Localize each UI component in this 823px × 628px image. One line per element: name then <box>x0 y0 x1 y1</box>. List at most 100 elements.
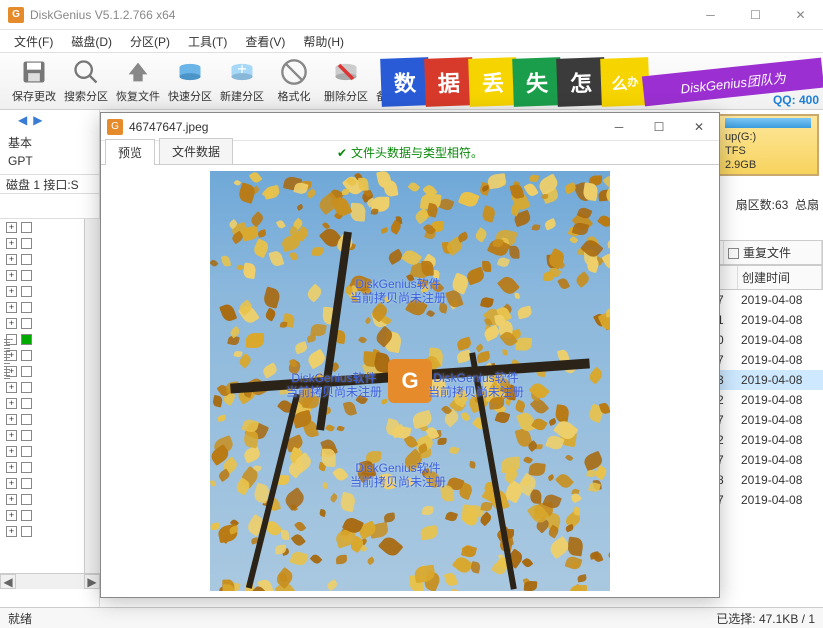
sector-info: 扇区数:63 总扇 <box>736 196 819 213</box>
tree-toggle-icon[interactable]: + <box>6 238 17 249</box>
tree-checkbox[interactable] <box>21 334 32 345</box>
left-panel: ◀ ▶ 基本 GPT 磁盘 1 接口:S +++++++-+++++++++++… <box>0 110 100 607</box>
tree-toggle-icon[interactable]: + <box>6 366 17 377</box>
tree-toggle-icon[interactable]: + <box>6 414 17 425</box>
preview-maximize-button[interactable]: ☐ <box>639 113 679 141</box>
minimize-button[interactable]: ─ <box>688 0 733 30</box>
tree-toggle-icon[interactable]: + <box>6 446 17 457</box>
menu-view[interactable]: 查看(V) <box>237 31 293 52</box>
tree-checkbox[interactable] <box>21 398 32 409</box>
disk-line: 磁盘 1 接口:S <box>0 174 99 194</box>
tree-checkbox[interactable] <box>21 286 32 297</box>
file-row[interactable]: :182019-04-08 <box>703 470 823 490</box>
nav-arrows: ◀ ▶ <box>0 110 99 130</box>
nav-forward-icon[interactable]: ▶ <box>33 113 42 127</box>
new-partition-button[interactable]: +新建分区 <box>216 54 268 108</box>
search-partition-button[interactable]: 搜索分区 <box>60 54 112 108</box>
close-button[interactable]: ✕ <box>778 0 823 30</box>
menu-tools[interactable]: 工具(T) <box>180 31 235 52</box>
tree-checkbox[interactable] <box>21 270 32 281</box>
tab-file-data[interactable]: 文件数据 <box>159 138 233 164</box>
file-row[interactable]: :132019-04-08 <box>703 370 823 390</box>
file-row[interactable]: :522019-04-08 <box>703 430 823 450</box>
tree-toggle-icon[interactable]: + <box>6 222 17 233</box>
tree-checkbox[interactable] <box>21 302 32 313</box>
main-titlebar: G DiskGenius V5.1.2.766 x64 ─ ☐ ✕ <box>0 0 823 30</box>
tree-checkbox[interactable] <box>21 238 32 249</box>
tree-toggle-icon[interactable]: + <box>6 302 17 313</box>
recover-files-button[interactable]: 恢复文件 <box>112 54 164 108</box>
menu-file[interactable]: 文件(F) <box>6 31 61 52</box>
tree-toggle-icon[interactable]: - <box>6 334 17 345</box>
tree-toggle-icon[interactable]: + <box>6 462 17 473</box>
tree-toggle-icon[interactable]: + <box>6 382 17 393</box>
preview-image: G DiskGenius软件当前拷贝尚未注册 DiskGenius软件当前拷贝尚… <box>210 171 610 591</box>
menu-disk[interactable]: 磁盘(D) <box>63 31 120 52</box>
file-list[interactable]: 件 重复文件 创建时间 :372019-04-08:012019-04-08:2… <box>703 240 823 607</box>
tree-vscrollbar[interactable] <box>84 219 100 573</box>
preview-close-button[interactable]: ✕ <box>679 113 719 141</box>
tree-toggle-icon[interactable]: + <box>6 398 17 409</box>
tree-toggle-icon[interactable]: + <box>6 478 17 489</box>
tree-checkbox[interactable] <box>21 350 32 361</box>
delete-partition-button[interactable]: 删除分区 <box>320 54 372 108</box>
status-selected: 已选择: 47.1KB / 1 <box>716 610 815 627</box>
file-row[interactable]: :572019-04-08 <box>703 350 823 370</box>
file-row[interactable]: :272019-04-08 <box>703 450 823 470</box>
file-row[interactable]: :322019-04-08 <box>703 390 823 410</box>
tree-toggle-icon[interactable]: + <box>6 510 17 521</box>
file-row[interactable]: :012019-04-08 <box>703 310 823 330</box>
preview-image-area: G DiskGenius软件当前拷贝尚未注册 DiskGenius软件当前拷贝尚… <box>101 165 719 597</box>
workspace: ◀ ▶ 基本 GPT 磁盘 1 接口:S +++++++-+++++++++++… <box>0 110 823 607</box>
save-button[interactable]: 保存更改 <box>8 54 60 108</box>
tree-checkbox[interactable] <box>21 462 32 473</box>
file-row[interactable]: :202019-04-08 <box>703 330 823 350</box>
preview-titlebar[interactable]: G 46747647.jpeg ─ ☐ ✕ <box>101 113 719 141</box>
app-icon: G <box>8 7 24 23</box>
tree-checkbox[interactable] <box>21 446 32 457</box>
tree-checkbox[interactable] <box>21 510 32 521</box>
tree-hscrollbar[interactable]: ◀▶ <box>0 573 100 589</box>
file-row[interactable]: :272019-04-08 <box>703 490 823 510</box>
watermark-logo-icon: G <box>388 359 432 403</box>
qq-contact: QQ: 400 <box>773 93 819 107</box>
file-list-header2: 创建时间 <box>703 265 823 290</box>
window-title: DiskGenius V5.1.2.766 x64 <box>30 8 688 22</box>
tree-checkbox[interactable] <box>21 478 32 489</box>
check-icon: ✔ <box>337 146 347 160</box>
tree-checkbox[interactable] <box>21 430 32 441</box>
nav-back-icon[interactable]: ◀ <box>18 113 27 127</box>
tree-toggle-icon[interactable]: + <box>6 318 17 329</box>
menu-partition[interactable]: 分区(P) <box>122 31 178 52</box>
tree-checkbox[interactable] <box>21 222 32 233</box>
tree-toggle-icon[interactable]: + <box>6 494 17 505</box>
tree-checkbox[interactable] <box>21 318 32 329</box>
tree-checkbox[interactable] <box>21 526 32 537</box>
partition-card[interactable]: up(G:) TFS 2.9GB <box>713 110 823 198</box>
disk-info: 基本 GPT <box>0 130 99 174</box>
menu-help[interactable]: 帮助(H) <box>295 31 352 52</box>
tree-checkbox[interactable] <box>21 414 32 425</box>
promo-banner: 数 据 丢 失 怎 么办 DiskGenius团队为 <box>385 53 823 110</box>
tree-toggle-icon[interactable]: + <box>6 254 17 265</box>
tree-toggle-icon[interactable]: + <box>6 350 17 361</box>
tree-checkbox[interactable] <box>21 254 32 265</box>
repeat-checkbox[interactable] <box>728 248 739 259</box>
format-button[interactable]: 格式化 <box>268 54 320 108</box>
tab-preview[interactable]: 预览 <box>105 139 155 165</box>
tree-checkbox[interactable] <box>21 494 32 505</box>
file-row[interactable]: :372019-04-08 <box>703 290 823 310</box>
file-row[interactable]: :272019-04-08 <box>703 410 823 430</box>
tree-checkbox[interactable] <box>21 382 32 393</box>
tree-toggle-icon[interactable]: + <box>6 286 17 297</box>
quick-partition-button[interactable]: 快速分区 <box>164 54 216 108</box>
tree-checkbox[interactable] <box>21 366 32 377</box>
tree-toggle-icon[interactable]: + <box>6 526 17 537</box>
folder-tree[interactable]: + + + + + + + - + + + + + + + + + + + + ◀▶ <box>0 218 100 589</box>
tree-toggle-icon[interactable]: + <box>6 430 17 441</box>
preview-minimize-button[interactable]: ─ <box>599 113 639 141</box>
status-ready: 就绪 <box>8 610 716 627</box>
maximize-button[interactable]: ☐ <box>733 0 778 30</box>
tree-toggle-icon[interactable]: + <box>6 270 17 281</box>
preview-title: 46747647.jpeg <box>129 120 599 134</box>
